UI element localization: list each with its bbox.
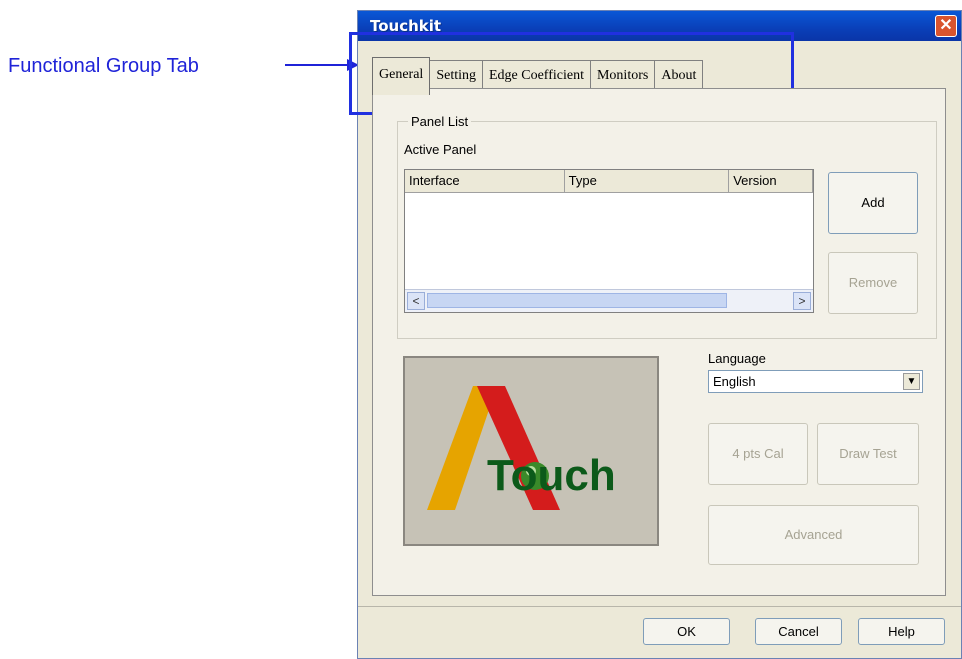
list-header: Interface Type Version — [405, 170, 813, 193]
close-icon[interactable]: ✕ — [935, 15, 957, 37]
tab-about[interactable]: About — [654, 60, 704, 90]
cancel-button[interactable]: Cancel — [755, 618, 842, 645]
ok-button[interactable]: OK — [643, 618, 730, 645]
tab-strip: General Setting Edge Coefficient Monitor… — [372, 57, 704, 95]
scroll-left-icon[interactable]: < — [407, 292, 425, 310]
tab-monitors[interactable]: Monitors — [589, 60, 656, 90]
annotation-arrow — [285, 59, 359, 71]
language-selected-value: English — [713, 374, 756, 389]
logo-text: Touch — [487, 451, 616, 500]
scroll-thumb[interactable] — [427, 293, 727, 308]
language-label: Language — [708, 351, 766, 366]
panel-list-group: Panel List Active Panel Interface Type V… — [397, 114, 937, 339]
column-header-version[interactable]: Version — [729, 170, 813, 192]
window-title: Touchkit — [370, 17, 442, 35]
panel-listview[interactable]: Interface Type Version < > — [404, 169, 814, 313]
tab-general[interactable]: General — [372, 57, 431, 95]
bottom-separator — [358, 606, 961, 607]
logo-graphic: Touch — [427, 386, 616, 510]
general-tab-panel: Panel List Active Panel Interface Type V… — [372, 88, 946, 596]
annotation-label: Functional Group Tab — [8, 55, 199, 77]
advanced-button[interactable]: Advanced — [708, 505, 919, 565]
active-panel-label: Active Panel — [404, 142, 477, 157]
remove-button[interactable]: Remove — [828, 252, 918, 314]
touchkit-dialog: Touchkit ✕ General Setting Edge Coeffici… — [349, 10, 962, 659]
cal-4pts-button[interactable]: 4 pts Cal — [708, 423, 808, 485]
draw-test-button[interactable]: Draw Test — [817, 423, 919, 485]
dropdown-arrow-icon[interactable]: ▼ — [903, 373, 920, 390]
horizontal-scrollbar[interactable]: < > — [405, 289, 813, 312]
add-button[interactable]: Add — [828, 172, 918, 234]
panel-list-title: Panel List — [408, 114, 472, 129]
help-button[interactable]: Help — [858, 618, 945, 645]
column-header-interface[interactable]: Interface — [405, 170, 565, 192]
language-select[interactable]: English ▼ — [708, 370, 923, 393]
title-bar[interactable]: Touchkit ✕ — [358, 11, 961, 41]
tab-edge-coefficient[interactable]: Edge Coefficient — [481, 60, 591, 90]
tab-setting[interactable]: Setting — [429, 60, 483, 90]
scroll-right-icon[interactable]: > — [793, 292, 811, 310]
column-header-type[interactable]: Type — [565, 170, 730, 192]
atouch-logo: Touch — [403, 356, 659, 546]
